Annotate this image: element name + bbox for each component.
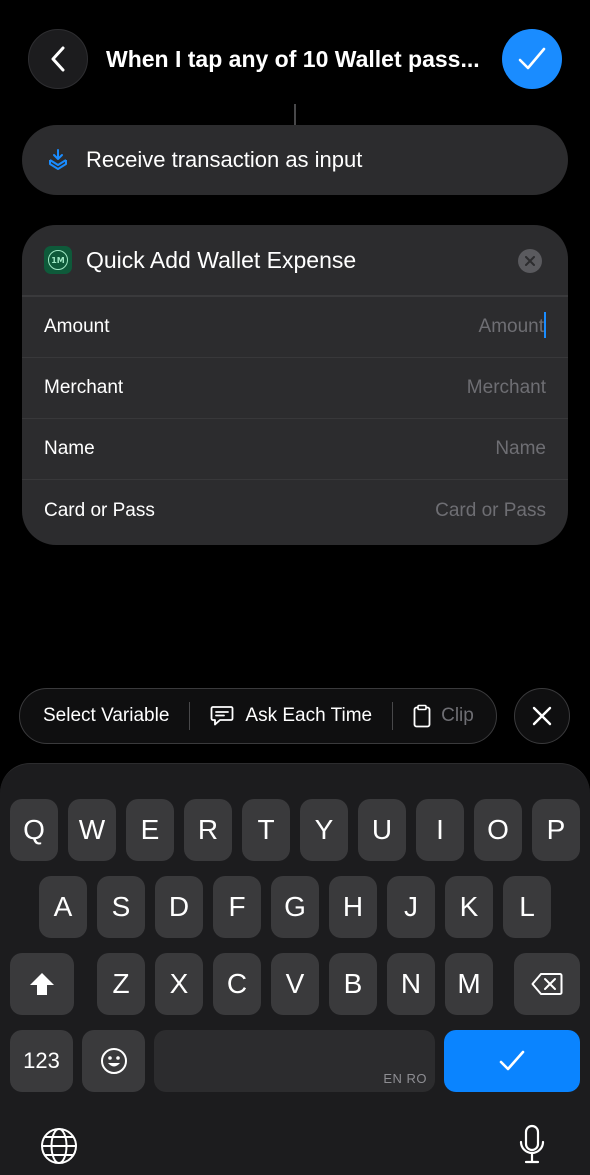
key-c[interactable]: C — [213, 953, 261, 1015]
back-button[interactable] — [28, 29, 88, 89]
param-row-card[interactable]: Card or Pass Card or Pass — [22, 480, 568, 541]
key-t[interactable]: T — [242, 799, 290, 861]
clipboard-icon — [413, 704, 431, 728]
key-k[interactable]: K — [445, 876, 493, 938]
close-icon — [525, 256, 535, 266]
key-l[interactable]: L — [503, 876, 551, 938]
money-app-icon: 1M — [44, 246, 72, 274]
key-o[interactable]: O — [474, 799, 522, 861]
key-x[interactable]: X — [155, 953, 203, 1015]
param-label: Name — [44, 438, 95, 459]
key-e[interactable]: E — [126, 799, 174, 861]
microphone-icon[interactable] — [518, 1124, 546, 1166]
key-q[interactable]: Q — [10, 799, 58, 861]
merchant-input[interactable]: Merchant — [467, 377, 546, 399]
key-z[interactable]: Z — [97, 953, 145, 1015]
variable-bar: Select Variable Ask Each Time Clip — [19, 688, 497, 744]
key-j[interactable]: J — [387, 876, 435, 938]
key-v[interactable]: V — [271, 953, 319, 1015]
key-a[interactable]: A — [39, 876, 87, 938]
key-d[interactable]: D — [155, 876, 203, 938]
backspace-icon — [531, 973, 563, 995]
wallet-transaction-icon — [49, 149, 67, 170]
param-row-name[interactable]: Name Name — [22, 419, 568, 480]
ask-each-time-button[interactable]: Ask Each Time — [210, 705, 372, 727]
action-header[interactable]: 1M Quick Add Wallet Expense — [22, 225, 568, 297]
key-g[interactable]: G — [271, 876, 319, 938]
action-card: 1M Quick Add Wallet Expense Amount Amoun… — [22, 225, 568, 545]
key-b[interactable]: B — [329, 953, 377, 1015]
select-variable-button[interactable]: Select Variable — [43, 705, 169, 727]
delete-key[interactable] — [514, 953, 580, 1015]
done-button[interactable] — [502, 29, 562, 89]
checkmark-icon — [499, 1050, 525, 1071]
key-h[interactable]: H — [329, 876, 377, 938]
param-row-amount[interactable]: Amount Amount — [22, 297, 568, 358]
keyboard: Q W E R T Y U I O P A S D F G H J K L Z … — [0, 763, 590, 1175]
param-label: Merchant — [44, 377, 124, 398]
clipboard-button[interactable]: Clip — [413, 704, 474, 728]
param-label: Card or Pass — [44, 499, 155, 521]
speech-bubble-icon — [210, 706, 234, 726]
shift-key[interactable] — [10, 953, 74, 1015]
close-icon — [532, 706, 552, 726]
text-caret — [544, 312, 546, 338]
page-title: When I tap any of 10 Wallet pass... — [106, 46, 480, 72]
space-key[interactable]: EN RO — [154, 1030, 435, 1092]
remove-action-button[interactable] — [518, 249, 542, 273]
chevron-left-icon — [51, 46, 65, 72]
key-y[interactable]: Y — [300, 799, 348, 861]
key-w[interactable]: W — [68, 799, 116, 861]
key-r[interactable]: R — [184, 799, 232, 861]
amount-input[interactable]: Amount — [479, 312, 546, 340]
key-n[interactable]: N — [387, 953, 435, 1015]
shift-icon — [30, 973, 54, 995]
app-icon-label: 1M — [48, 250, 68, 270]
close-variable-bar-button[interactable] — [514, 688, 570, 744]
key-u[interactable]: U — [358, 799, 406, 861]
trigger-card[interactable]: Receive transaction as input — [22, 125, 568, 195]
keyboard-language-label: EN RO — [383, 1071, 427, 1086]
key-f[interactable]: F — [213, 876, 261, 938]
emoji-icon — [100, 1048, 127, 1074]
name-input[interactable]: Name — [495, 438, 546, 460]
numbers-key[interactable]: 123 — [10, 1030, 73, 1092]
key-i[interactable]: I — [416, 799, 464, 861]
param-label: Amount — [44, 316, 110, 337]
trigger-label: Receive transaction as input — [86, 147, 363, 172]
key-m[interactable]: M — [445, 953, 493, 1015]
done-key[interactable] — [444, 1030, 580, 1092]
globe-icon[interactable] — [40, 1127, 78, 1165]
action-title: Quick Add Wallet Expense — [86, 246, 357, 273]
divider — [392, 702, 394, 730]
param-row-merchant[interactable]: Merchant Merchant — [22, 358, 568, 419]
divider — [189, 702, 191, 730]
emoji-key[interactable] — [82, 1030, 145, 1092]
key-p[interactable]: P — [532, 799, 580, 861]
card-or-pass-input[interactable]: Card or Pass — [435, 500, 546, 522]
checkmark-icon — [518, 47, 546, 70]
key-s[interactable]: S — [97, 876, 145, 938]
flow-connector — [294, 104, 296, 126]
